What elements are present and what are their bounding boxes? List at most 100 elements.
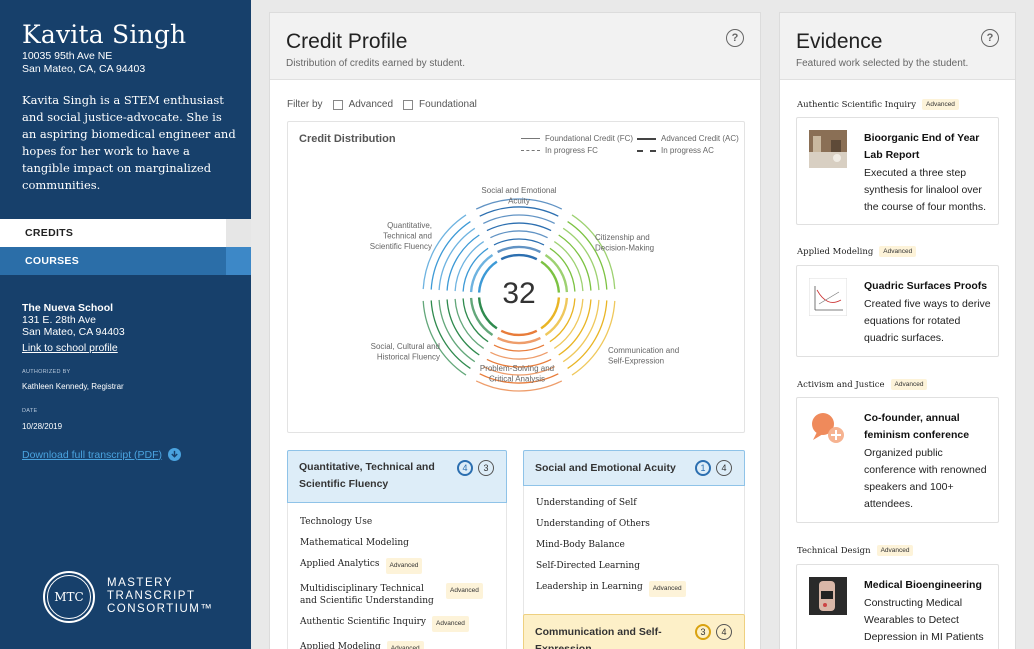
- advanced-badge: Advanced: [876, 545, 914, 556]
- advanced-count-badge: 4: [457, 460, 473, 476]
- ring-arc: [490, 230, 548, 239]
- wearable-photo-icon: [809, 577, 847, 615]
- filter-advanced-label: Advanced: [348, 99, 394, 110]
- mtc-logo-icon: MTC: [43, 571, 95, 623]
- filter-advanced-checkbox[interactable]: [332, 99, 343, 110]
- segment-label: Decision-Making: [595, 244, 654, 253]
- mtc-logo-text: MASTERY TRANSCRIPT CONSORTIUM™: [107, 577, 213, 616]
- student-address: 10035 95th Ave NE San Mateo, CA, CA 9440…: [22, 50, 145, 76]
- advanced-badge: Advanced: [879, 246, 917, 257]
- segment-label: Social, Cultural and: [371, 342, 440, 351]
- skill-item[interactable]: Self-Directed Learning: [536, 560, 732, 572]
- advanced-count-badge: 1: [695, 460, 711, 476]
- student-address-line2: San Mateo, CA, CA 94403: [22, 63, 146, 75]
- segment-label: Historical Fluency: [377, 353, 440, 362]
- category-card-header: Communication and Self-Expression 3 4: [523, 614, 745, 649]
- evidence-card[interactable]: Bioorganic End of Year Lab Report Execut…: [796, 117, 999, 225]
- skill-name: Applied Modeling: [300, 642, 381, 649]
- evidence-category: Technical Design Advanced: [797, 545, 914, 556]
- segment-label: Quantitative,: [387, 221, 432, 230]
- date-label: DATE: [22, 408, 38, 414]
- skill-name: Technology Use: [300, 517, 373, 527]
- evidence-title: Medical Bioengineering: [864, 579, 982, 591]
- category-card-social-emotional[interactable]: Social and Emotional Acuity 1 4 Understa…: [523, 450, 745, 615]
- skill-item[interactable]: Understanding of Self: [536, 497, 732, 509]
- school-name: The Nueva School: [22, 302, 114, 314]
- skill-item[interactable]: Mathematical Modeling: [300, 537, 494, 549]
- evidence-header: Evidence Featured work selected by the s…: [780, 13, 1015, 80]
- credit-profile-header: Credit Profile Distribution of credits e…: [270, 13, 760, 80]
- advanced-badge: Advanced: [648, 581, 686, 597]
- segment-label: Communication and: [608, 346, 679, 355]
- segment-label: Critical Analysis: [489, 375, 545, 384]
- skill-list: Technology Use Mathematical Modeling Appli…: [287, 503, 507, 649]
- school-address-line2: San Mateo, CA 94403: [22, 326, 125, 338]
- sidebar: Kavita Singh 10035 95th Ave NE San Mateo…: [0, 0, 251, 649]
- ring-arc: [462, 247, 489, 292]
- skill-item[interactable]: Authentic Scientific Inquiry Advanced: [300, 616, 494, 632]
- skill-name: Authentic Scientific Inquiry: [300, 617, 427, 627]
- skill-item[interactable]: Leadership in Learning Advanced: [536, 581, 732, 597]
- filter-foundational-checkbox[interactable]: [403, 99, 414, 110]
- evidence-category: Activism and Justice Advanced: [797, 379, 928, 390]
- ring-arc: [490, 351, 548, 360]
- ring-arc: [422, 300, 467, 376]
- filter-foundational-label: Foundational: [419, 99, 477, 110]
- nav-tab-credits[interactable]: CREDITS: [0, 219, 251, 247]
- skill-name: Understanding of Others: [536, 519, 650, 529]
- skill-name: Mathematical Modeling: [300, 538, 409, 548]
- evidence-category: Authentic Scientific Inquiry Advanced: [797, 99, 959, 110]
- evidence-desc: Executed a three step synthesis for lina…: [864, 167, 986, 213]
- skill-item[interactable]: Applied Analytics Advanced: [300, 558, 494, 574]
- school-info: The Nueva School 131 E. 28th Ave San Mat…: [22, 302, 125, 354]
- filter-label: Filter by: [287, 99, 323, 110]
- graph-sketch-icon: [809, 278, 847, 316]
- segment-label: Problem-Solving and: [480, 364, 554, 373]
- skill-list: Understanding of Self Understanding of Ot…: [523, 486, 745, 615]
- skill-item[interactable]: Multidisciplinary Technical and Scientif…: [300, 583, 494, 607]
- category-card-header: Quantitative, Technical and Scientific F…: [287, 450, 507, 503]
- skill-item[interactable]: Applied Modeling Advanced: [300, 641, 494, 649]
- evidence-card[interactable]: Medical Bioengineering Constructing Medi…: [796, 564, 999, 649]
- evidence-desc: Organized public conference with renowne…: [864, 447, 987, 510]
- help-icon[interactable]: ?: [981, 29, 999, 47]
- evidence-category: Applied Modeling Advanced: [797, 246, 917, 257]
- help-icon[interactable]: ?: [726, 29, 744, 47]
- category-card-quantitative[interactable]: Quantitative, Technical and Scientific F…: [287, 450, 507, 649]
- evidence-card[interactable]: Quadric Surfaces Proofs Created five way…: [796, 265, 999, 357]
- advanced-badge: Advanced: [432, 616, 469, 632]
- evidence-subtitle: Featured work selected by the student.: [796, 58, 969, 69]
- skill-item[interactable]: Understanding of Others: [536, 518, 732, 530]
- evidence-title: Evidence: [796, 30, 883, 53]
- credit-distribution-chart: 32 Social and Emotional Acuity Citizenship…: [370, 186, 679, 392]
- date-value: 10/28/2019: [22, 422, 63, 431]
- ring-arc: [462, 298, 489, 343]
- student-address-line1: 10035 95th Ave NE: [22, 50, 113, 62]
- download-transcript-label: Download full transcript (PDF): [22, 448, 163, 461]
- logo-line1: MASTERY: [107, 577, 173, 589]
- skill-name: Mind-Body Balance: [536, 540, 625, 550]
- ring-arc: [486, 222, 552, 232]
- advanced-badge: Advanced: [385, 558, 423, 574]
- skill-name: Multidisciplinary Technical and Scientif…: [300, 584, 434, 606]
- download-transcript-link[interactable]: Download full transcript (PDF): [22, 448, 182, 461]
- category-title: Social and Emotional Acuity: [535, 462, 676, 474]
- ring-arc: [483, 214, 555, 224]
- segment-label: Self-Expression: [608, 357, 664, 366]
- category-title: Quantitative, Technical and Scientific F…: [299, 461, 435, 490]
- credit-total: 32: [502, 277, 535, 310]
- evidence-card[interactable]: Co-founder, annual feminism conference O…: [796, 397, 999, 523]
- evidence-panel: Evidence Featured work selected by the s…: [779, 12, 1016, 649]
- school-profile-link[interactable]: Link to school profile: [22, 342, 125, 354]
- foundational-count-badge: 4: [716, 624, 732, 640]
- category-card-communication[interactable]: Communication and Self-Expression 3 4: [523, 614, 745, 649]
- skill-name: Leadership in Learning: [536, 582, 643, 592]
- logo-line3: CONSORTIUM™: [107, 603, 214, 615]
- ring-arc: [493, 344, 545, 352]
- authorized-by-value: Kathleen Kennedy, Registrar: [22, 382, 124, 391]
- segment-label: Social and Emotional: [481, 186, 556, 195]
- skill-item[interactable]: Technology Use: [300, 516, 494, 528]
- advanced-badge: Advanced: [386, 641, 424, 649]
- skill-item[interactable]: Mind-Body Balance: [536, 539, 732, 551]
- nav-tab-courses[interactable]: COURSES: [0, 247, 251, 275]
